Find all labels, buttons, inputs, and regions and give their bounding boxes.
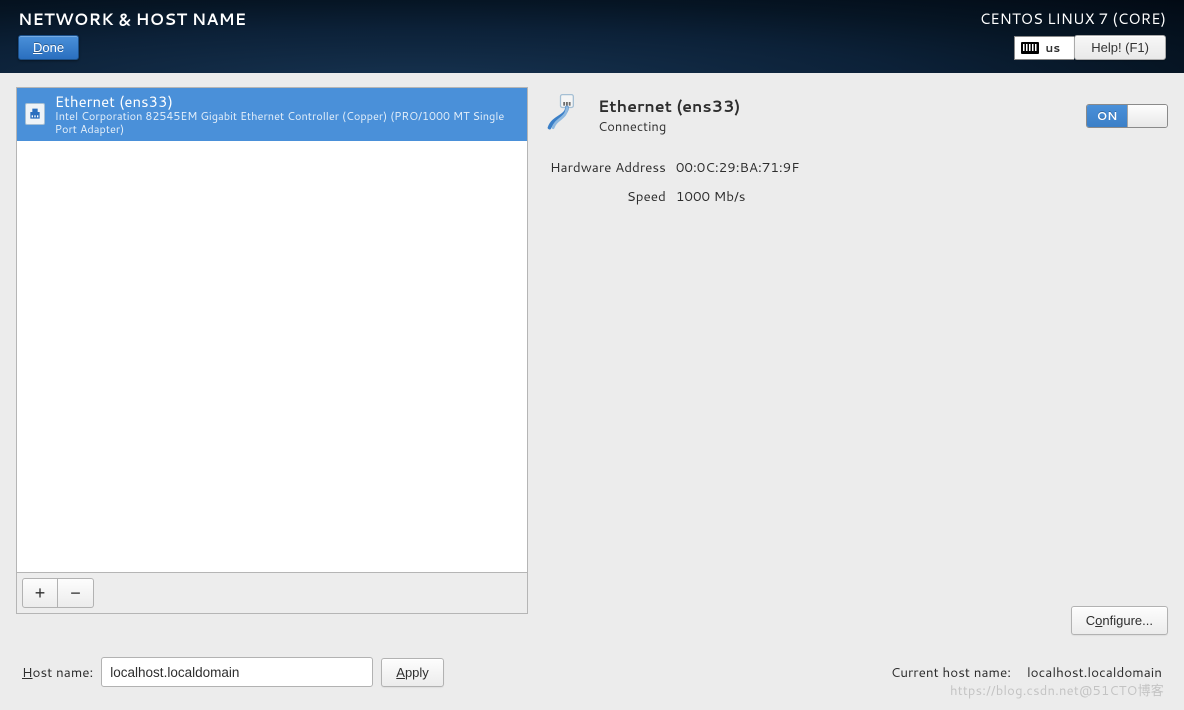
hostname-mnemonic: H (22, 663, 33, 682)
speed-value: 1000 Mb/s (676, 187, 1168, 206)
hw-address-label: Hardware Address (550, 158, 666, 177)
current-hostname-label: Current host name: (891, 663, 1011, 682)
apply-mnemonic: A (396, 665, 405, 680)
nic-list-panel: Ethernet (ens33) Intel Corporation 82545… (16, 87, 528, 614)
ethernet-icon (544, 91, 588, 140)
nic-list-item[interactable]: Ethernet (ens33) Intel Corporation 82545… (17, 88, 527, 141)
hw-address-value: 00:0C:29:BA:71:9F (676, 158, 1168, 177)
nic-item-subtitle: Intel Corporation 82545EM Gigabit Ethern… (55, 110, 519, 135)
toggle-knob (1127, 105, 1167, 127)
nic-detail-panel: Ethernet (ens33) Connecting ON Hardware … (544, 87, 1168, 635)
hostname-row: Host name: Apply Current host name: loca… (0, 635, 1184, 687)
configure-button[interactable]: Configure... (1071, 606, 1168, 635)
interface-on-off-toggle[interactable]: ON (1086, 104, 1168, 128)
header-bar: NETWORK & HOST NAME CENTOS LINUX 7 (CORE… (0, 0, 1184, 73)
nic-list-toolbar: + − (16, 573, 528, 614)
add-interface-button[interactable]: + (22, 578, 58, 608)
nic-list[interactable]: Ethernet (ens33) Intel Corporation 82545… (16, 87, 528, 573)
apply-hostname-button[interactable]: Apply (381, 658, 444, 687)
keyboard-layout-indicator[interactable]: us (1014, 36, 1074, 60)
keyboard-icon (1021, 42, 1039, 54)
apply-rest: pply (405, 665, 429, 680)
speed-label: Speed (550, 187, 666, 206)
current-hostname-value: localhost.localdomain (1027, 663, 1162, 682)
distro-label: CENTOS LINUX 7 (CORE) (980, 8, 1166, 29)
help-button[interactable]: Help! (F1) (1074, 35, 1166, 60)
configure-prefix: C (1086, 613, 1095, 628)
done-label-rest: one (42, 40, 64, 55)
done-button[interactable]: Done (18, 35, 79, 60)
detail-connection-state: Connecting (598, 118, 740, 136)
done-mnemonic: D (33, 40, 42, 55)
interface-properties: Hardware Address 00:0C:29:BA:71:9F Speed… (550, 158, 1168, 206)
hostname-label-rest: ost name: (33, 663, 94, 682)
configure-rest: nfigure... (1102, 613, 1153, 628)
ethernet-small-icon (25, 103, 45, 125)
hostname-input[interactable] (101, 657, 373, 687)
remove-interface-button[interactable]: − (58, 578, 94, 608)
page-title: NETWORK & HOST NAME (18, 8, 246, 31)
toggle-on-label: ON (1087, 105, 1127, 127)
detail-interface-name: Ethernet (ens33) (598, 95, 740, 118)
hostname-label: Host name: (22, 663, 93, 682)
keyboard-layout-label: us (1045, 39, 1060, 56)
